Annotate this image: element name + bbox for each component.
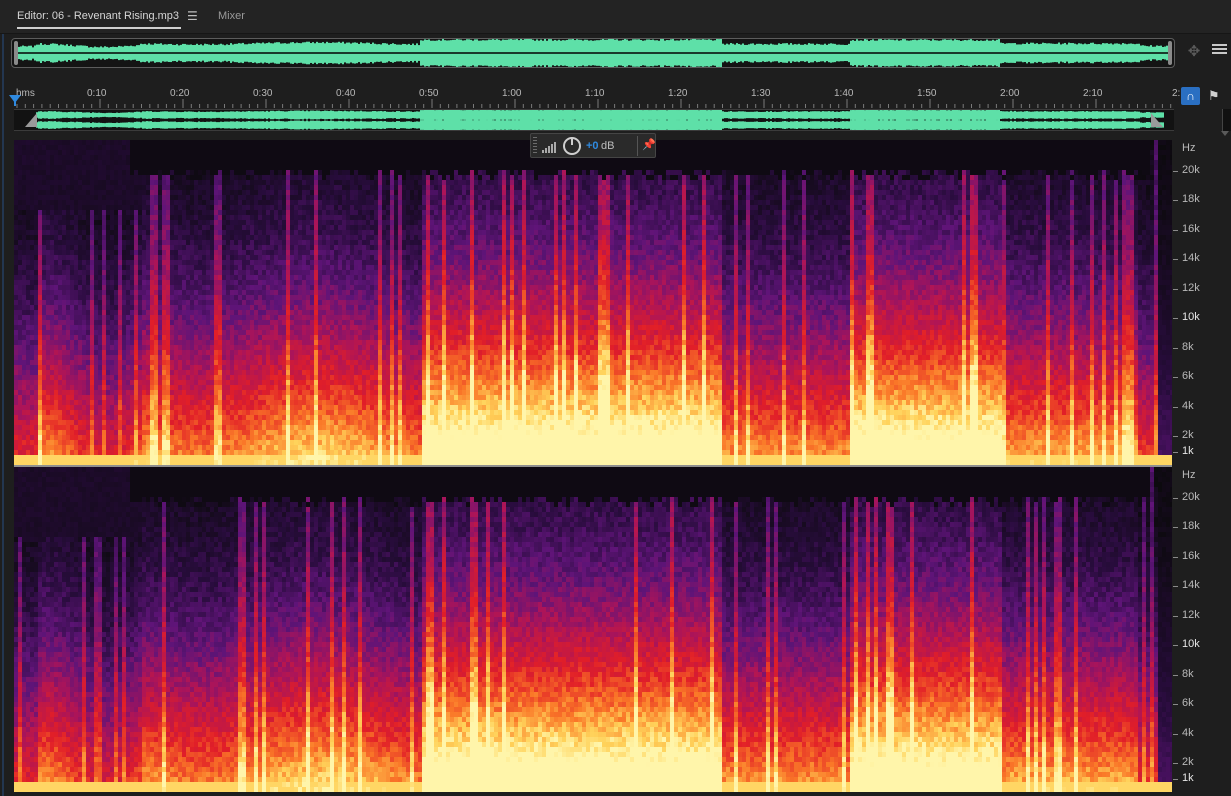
hud-separator: [637, 136, 638, 156]
frequency-label: 16k: [1182, 550, 1200, 562]
panel-menu-icon[interactable]: [1212, 44, 1227, 58]
panel-tab-bar: Editor: 06 - Revenant Rising.mp3 ☰ Mixer: [0, 0, 1231, 34]
frequency-tick: [1173, 586, 1178, 587]
frequency-tick: [1173, 407, 1178, 408]
vertical-zoom-strip[interactable]: [1222, 109, 1231, 131]
ruler-tick-label: 1:50: [917, 88, 936, 99]
spectral-display-channel-left[interactable]: [14, 140, 1172, 465]
snap-to-playhead-icon[interactable]: ∩: [1181, 87, 1200, 105]
ruler-tick-label: 1:20: [668, 88, 687, 99]
frequency-label: 2k: [1182, 429, 1194, 441]
active-tab-underline: [17, 27, 182, 29]
frequency-tick: [1173, 200, 1178, 201]
ruler-tick-label: 1:00: [502, 88, 521, 99]
time-ruler[interactable]: hms 0:10 0:20 0:30 0:40 0:50 1:00 1:10 1:20 1:30…: [13, 86, 1180, 108]
frequency-tick: [1173, 704, 1178, 705]
spectrogram-left: [14, 140, 1172, 465]
tab-menu-icon[interactable]: ☰: [187, 10, 198, 22]
frequency-label: 14k: [1182, 579, 1200, 591]
frequency-label: 18k: [1182, 193, 1200, 205]
frequency-unit-label: Hz: [1182, 142, 1195, 154]
ruler-tick-marks: [16, 99, 1172, 108]
ruler-tick-label: 2:: [1172, 88, 1180, 99]
gain-unit: dB: [601, 140, 614, 152]
frequency-tick: [1173, 318, 1178, 319]
ruler-tick-label: 1:40: [834, 88, 853, 99]
ruler-tick-label: 2:10: [1083, 88, 1102, 99]
ruler-tick-label: 0:30: [253, 88, 272, 99]
frequency-tick: [1173, 616, 1178, 617]
frequency-tick: [1173, 498, 1178, 499]
overview-waveform-navigator[interactable]: [11, 38, 1175, 68]
zoomed-waveform-strip[interactable]: [14, 109, 1174, 131]
frequency-label: 20k: [1182, 164, 1200, 176]
frequency-axis-right[interactable]: Hz 20k 18k 16k 14k 12k 10k 8k 6k 4k 2k 1k: [1172, 467, 1231, 792]
ruler-tick-label: 0:50: [419, 88, 438, 99]
frequency-tick: [1173, 289, 1178, 290]
frequency-label: 12k: [1182, 282, 1200, 294]
frequency-tick: [1173, 259, 1178, 260]
ruler-tick-label: 2:00: [1000, 88, 1019, 99]
frequency-axis-left[interactable]: Hz 20k 18k 16k 14k 12k 10k 8k 6k 4k 2k 1k: [1172, 140, 1231, 465]
spectral-display-channel-right[interactable]: [14, 467, 1172, 792]
gain-value[interactable]: +0: [586, 140, 599, 152]
frequency-tick: [1173, 452, 1178, 453]
frequency-tick: [1173, 230, 1178, 231]
volume-knob-icon[interactable]: [563, 137, 581, 155]
panel-frame: [2, 0, 4, 796]
spectrogram-right: [14, 467, 1172, 792]
zoom-navigator-icon[interactable]: ✥: [1184, 42, 1204, 62]
frequency-label: 10k: [1182, 638, 1200, 650]
ruler-tick-label: 0:10: [87, 88, 106, 99]
ruler-tick-label: 0:20: [170, 88, 189, 99]
frequency-label: 6k: [1182, 370, 1194, 382]
frequency-label: 8k: [1182, 341, 1194, 353]
frequency-label: 1k: [1182, 445, 1194, 457]
frequency-tick: [1173, 779, 1178, 780]
level-meter-icon: [542, 142, 558, 153]
frequency-tick: [1173, 557, 1178, 558]
overview-waveform: [16, 39, 1170, 67]
playhead-line: [14, 96, 16, 106]
frequency-label: 10k: [1182, 311, 1200, 323]
frequency-label: 20k: [1182, 491, 1200, 503]
scroll-down-arrow-icon[interactable]: [1221, 131, 1229, 136]
frequency-label: 2k: [1182, 756, 1194, 768]
tab-mixer[interactable]: Mixer: [218, 10, 245, 22]
ruler-tick-label: 1:30: [751, 88, 770, 99]
volume-hud[interactable]: +0 dB 📌: [530, 133, 656, 158]
zoomed-waveform: [36, 110, 1164, 130]
overview-right-handle[interactable]: [1168, 41, 1172, 65]
tab-editor[interactable]: Editor: 06 - Revenant Rising.mp3: [17, 10, 182, 29]
frequency-tick: [1173, 734, 1178, 735]
marker-pin-icon[interactable]: ⚑: [1208, 87, 1220, 105]
frequency-tick: [1173, 171, 1178, 172]
frequency-unit-label: Hz: [1182, 469, 1195, 481]
frequency-tick: [1173, 377, 1178, 378]
ruler-tick-label: 0:40: [336, 88, 355, 99]
frequency-tick: [1173, 436, 1178, 437]
frequency-tick: [1173, 645, 1178, 646]
frequency-label: 18k: [1182, 520, 1200, 532]
frequency-label: 14k: [1182, 252, 1200, 264]
frequency-tick: [1173, 348, 1178, 349]
overview-left-handle[interactable]: [14, 41, 18, 65]
frequency-label: 8k: [1182, 668, 1194, 680]
pin-icon[interactable]: 📌: [642, 138, 656, 151]
hud-drag-grip[interactable]: [533, 137, 537, 154]
frequency-label: 16k: [1182, 223, 1200, 235]
frequency-tick: [1173, 763, 1178, 764]
frequency-label: 4k: [1182, 400, 1194, 412]
frequency-label: 6k: [1182, 697, 1194, 709]
frequency-label: 1k: [1182, 772, 1194, 784]
frequency-tick: [1173, 527, 1178, 528]
frequency-label: 4k: [1182, 727, 1194, 739]
tab-editor-label: Editor: 06 - Revenant Rising.mp3: [17, 10, 179, 22]
frequency-label: 12k: [1182, 609, 1200, 621]
ruler-tick-label: 1:10: [585, 88, 604, 99]
frequency-tick: [1173, 675, 1178, 676]
